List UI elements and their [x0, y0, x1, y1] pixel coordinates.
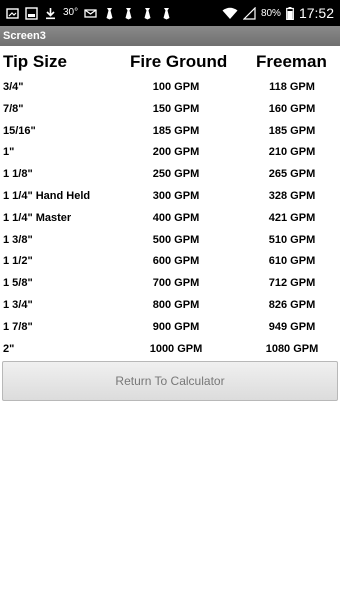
- tie-icon: [163, 7, 170, 19]
- table-row: 7/8" 150 GPM 160 GPM: [0, 100, 340, 122]
- fire-ground-cell: 400 GPM: [152, 211, 200, 224]
- table-row: 1 7/8" 900 GPM 949 GPM: [0, 318, 340, 340]
- tip-size-cell: 7/8": [3, 102, 24, 115]
- table-row: 1 1/8" 250 GPM 265 GPM: [0, 165, 340, 187]
- table-row: 15/16" 185 GPM 185 GPM: [0, 122, 340, 144]
- table-header: Tip Size Fire Ground Freeman: [0, 50, 340, 78]
- freeman-cell: 826 GPM: [268, 298, 316, 311]
- wifi-icon: [222, 7, 238, 19]
- fire-ground-cell: 900 GPM: [152, 320, 200, 333]
- fire-ground-cell: 500 GPM: [152, 233, 200, 246]
- fire-ground-cell: 185 GPM: [152, 124, 200, 137]
- nozzle-flow-table: Tip Size Fire Ground Freeman 3/4" 100 GP…: [0, 50, 340, 361]
- battery-percent: 80%: [260, 7, 281, 19]
- tip-size-cell: 1 1/2": [3, 255, 33, 268]
- fire-ground-cell: 600 GPM: [152, 255, 200, 268]
- table-row: 1 3/4" 800 GPM 826 GPM: [0, 296, 340, 318]
- fire-ground-cell: 1000 GPM: [149, 342, 203, 355]
- table-row: 3/4" 100 GPM 118 GPM: [0, 78, 340, 100]
- fire-ground-cell: 100 GPM: [152, 81, 200, 93]
- freeman-cell: 510 GPM: [268, 233, 316, 246]
- tie-icon: [144, 7, 151, 19]
- tip-size-cell: 15/16": [3, 124, 36, 137]
- tip-size-cell: 1 1/8": [3, 168, 33, 181]
- screen-title: Screen3: [3, 30, 46, 42]
- freeman-cell: 210 GPM: [268, 146, 316, 159]
- table-row: 1 5/8" 700 GPM 712 GPM: [0, 274, 340, 296]
- tip-size-cell: 1 3/4": [3, 298, 33, 311]
- table-row: 2" 1000 GPM 1080 GPM: [0, 340, 340, 362]
- freeman-cell: 328 GPM: [268, 189, 316, 202]
- clock-time: 17:52: [298, 5, 334, 21]
- fire-ground-cell: 250 GPM: [152, 168, 200, 181]
- table-row: 1" 200 GPM 210 GPM: [0, 143, 340, 165]
- freeman-cell: 610 GPM: [268, 255, 316, 268]
- table-row: 1 1/4" Hand Held 300 GPM 328 GPM: [0, 187, 340, 209]
- battery-icon: [286, 6, 294, 20]
- freeman-cell: 265 GPM: [268, 168, 316, 181]
- freeman-cell: 118 GPM: [269, 81, 315, 93]
- header-tip-size: Tip Size: [3, 52, 67, 71]
- fire-ground-cell: 700 GPM: [152, 277, 200, 290]
- fire-ground-cell: 200 GPM: [152, 146, 200, 159]
- freeman-cell: 712 GPM: [268, 277, 316, 290]
- gallery-icon: [6, 7, 19, 19]
- screen-title-bar: Screen3: [0, 26, 340, 46]
- freeman-cell: 421 GPM: [268, 211, 316, 224]
- fire-ground-cell: 150 GPM: [152, 102, 200, 115]
- header-freeman: Freeman: [256, 52, 327, 71]
- tip-size-cell: 1 1/4" Hand Held: [3, 189, 91, 202]
- table-row: 1 1/4" Master 400 GPM 421 GPM: [0, 209, 340, 231]
- freeman-cell: 1080 GPM: [265, 342, 319, 355]
- download-icon: [46, 7, 55, 19]
- table-row: 1 3/8" 500 GPM 510 GPM: [0, 231, 340, 253]
- tip-size-cell: 3/4": [3, 81, 24, 93]
- signal-icon: [242, 6, 256, 20]
- status-bar: 30° 80% 17:52: [0, 0, 340, 26]
- tie-icon: [125, 7, 132, 19]
- fire-ground-cell: 300 GPM: [152, 189, 200, 202]
- image-icon: [25, 6, 38, 20]
- freeman-cell: 949 GPM: [268, 320, 316, 333]
- temperature-text: 30°: [63, 7, 79, 18]
- mail-icon: [84, 8, 97, 18]
- tip-size-cell: 1 1/4" Master: [3, 211, 72, 224]
- freeman-cell: 160 GPM: [268, 102, 316, 115]
- header-fire-ground: Fire Ground: [130, 52, 228, 71]
- tip-size-cell: 1 3/8": [3, 233, 33, 246]
- tip-size-cell: 1": [3, 146, 15, 159]
- tip-size-cell: 1 7/8": [3, 320, 33, 333]
- table-row: 1 1/2" 600 GPM 610 GPM: [0, 252, 340, 274]
- return-to-calculator-button[interactable]: Return To Calculator: [2, 361, 338, 401]
- tip-size-cell: 1 5/8": [3, 277, 33, 290]
- fire-ground-cell: 800 GPM: [152, 298, 200, 311]
- freeman-cell: 185 GPM: [268, 124, 316, 137]
- tie-icon: [106, 7, 113, 19]
- tip-size-cell: 2": [3, 342, 15, 355]
